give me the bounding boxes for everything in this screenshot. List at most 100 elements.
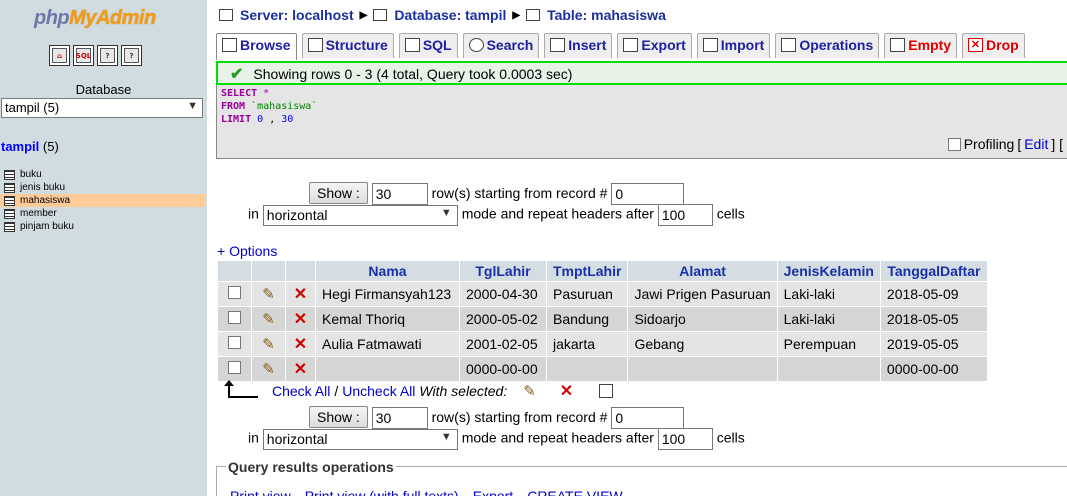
edit-query-link[interactable]: Edit — [1024, 136, 1048, 152]
rows-input[interactable]: 30 — [371, 183, 428, 206]
row-edit: ✎ — [252, 331, 285, 356]
cell-tmptlahir — [547, 356, 628, 381]
tab-drop[interactable]: ✕ Drop — [962, 33, 1025, 58]
tab-insert[interactable]: Insert — [544, 33, 613, 58]
table-item-mahasiswa[interactable]: mahasiswa — [0, 194, 205, 207]
tab-label: Search — [486, 37, 534, 53]
tab-search[interactable]: Search — [462, 33, 540, 58]
sql-query-box: SELECT * FROM `mahasiswa` LIMIT 0 , 30 P… — [216, 85, 1067, 159]
repeat-headers-input[interactable]: 100 — [657, 204, 713, 226]
cells-text: cells — [716, 429, 745, 446]
check-all-link[interactable]: Check All — [272, 383, 330, 399]
docs-icon[interactable]: ? — [97, 45, 118, 66]
tab-label: Structure — [325, 37, 388, 53]
column-header-alamat[interactable]: Alamat — [628, 261, 777, 281]
header-checkbox-col — [218, 261, 251, 281]
query-results-links: Print view Print view (with full texts) … — [230, 488, 623, 496]
row-edit: ✎ — [252, 356, 285, 381]
create-view-link[interactable]: CREATE VIEW — [527, 488, 622, 496]
db-name-link[interactable]: tampil — [1, 139, 39, 154]
cell-tmptlahir: jakarta — [547, 331, 628, 356]
bulk-delete-icon[interactable]: ✕ — [560, 381, 573, 401]
tab-label: Empty — [908, 37, 952, 53]
repeat-headers-input[interactable]: 100 — [657, 428, 713, 450]
breadcrumb-server[interactable]: Server: localhost — [240, 7, 354, 23]
row-select — [218, 331, 251, 356]
column-header-nama[interactable]: Nama — [316, 261, 459, 281]
column-header-jeniskelamin[interactable]: JenisKelamin — [777, 261, 880, 281]
table-item-jenis-buku[interactable]: jenis buku — [0, 181, 205, 194]
tab-sql[interactable]: SQL — [398, 33, 458, 58]
delete-x-icon[interactable]: ✕ — [294, 336, 307, 353]
tab-export[interactable]: Export — [617, 33, 692, 58]
row-checkbox[interactable] — [228, 311, 241, 324]
tab-label: Insert — [568, 37, 607, 53]
cell-tanggaldaftar: 2019-05-05 — [880, 331, 987, 356]
edit-pencil-icon[interactable]: ✎ — [262, 286, 275, 303]
start-record-input[interactable]: 0 — [611, 183, 685, 206]
tab-structure[interactable]: Structure — [301, 33, 394, 58]
options-link[interactable]: + Options — [217, 243, 277, 259]
breadcrumb-table[interactable]: Table: mahasiswa — [547, 7, 666, 23]
breadcrumb-database[interactable]: Database: tampil — [394, 7, 506, 23]
nav-row-top: Show : 30 row(s) starting from record # … — [309, 182, 685, 206]
tab-label: Browse — [240, 37, 291, 53]
bulk-export-icon[interactable] — [599, 384, 614, 398]
home-icon[interactable]: ⌂ — [49, 45, 70, 66]
print-view-full-link[interactable]: Print view (with full texts) — [305, 488, 459, 496]
show-button[interactable]: Show : — [309, 182, 368, 204]
display-mode-select[interactable]: horizontal ▼ — [262, 204, 458, 226]
delete-x-icon[interactable]: ✕ — [294, 361, 307, 378]
mode-text: mode and repeat headers after — [461, 205, 654, 222]
with-selected-label: With selected: — [419, 383, 508, 399]
header-edit-col — [252, 261, 285, 281]
options-toggle[interactable]: + Options — [217, 243, 277, 259]
help-icon[interactable]: ? — [121, 45, 142, 66]
edit-pencil-icon[interactable]: ✎ — [262, 361, 275, 378]
delete-x-icon[interactable]: ✕ — [294, 286, 307, 303]
bulk-edit-icon[interactable]: ✎ — [523, 382, 536, 400]
tab-operations[interactable]: Operations — [775, 33, 880, 58]
cell-alamat — [628, 356, 777, 381]
delete-x-icon[interactable]: ✕ — [294, 311, 307, 328]
cell-tgllahir: 2001-02-05 — [460, 331, 546, 356]
db-name: tampil (5) — [1, 139, 59, 154]
column-header-tmptlahir[interactable]: TmptLahir — [547, 261, 628, 281]
profiling-checkbox[interactable] — [947, 137, 961, 151]
table-item-buku[interactable]: buku — [0, 168, 205, 181]
tab-import[interactable]: Import — [696, 33, 771, 58]
cell-jeniskelamin: Perempuan — [777, 331, 880, 356]
display-mode-select[interactable]: horizontal ▼ — [262, 428, 458, 450]
table-item-pinjam-buku[interactable]: pinjam buku — [0, 220, 205, 233]
profiling-controls: Profiling [ Edit ] [ — [947, 136, 1063, 152]
row-checkbox[interactable] — [228, 361, 241, 374]
edit-pencil-icon[interactable]: ✎ — [262, 336, 275, 353]
database-select[interactable]: tampil (5) ▼ — [1, 98, 203, 118]
table-item-member[interactable]: member — [0, 207, 205, 220]
sql-keyword: FROM — [221, 101, 246, 112]
cell-tgllahir: 2000-04-30 — [460, 281, 546, 306]
table-icon — [4, 221, 15, 232]
row-checkbox[interactable] — [228, 286, 241, 299]
cell-tmptlahir: Bandung — [547, 306, 628, 331]
column-header-tgllahir[interactable]: TglLahir — [460, 261, 546, 281]
table-icon — [4, 208, 15, 219]
edit-pencil-icon[interactable]: ✎ — [262, 311, 275, 328]
in-text: in — [248, 429, 259, 446]
show-button[interactable]: Show : — [309, 406, 368, 428]
tab-browse[interactable]: Browse — [216, 33, 297, 60]
export-link[interactable]: Export — [473, 488, 513, 496]
phpmyadmin-logo[interactable]: phpMyAdmin — [34, 7, 156, 30]
column-header-tanggaldaftar[interactable]: TanggalDaftar — [880, 261, 987, 281]
row-checkbox[interactable] — [228, 336, 241, 349]
uncheck-all-link[interactable]: Uncheck All — [342, 383, 415, 399]
start-record-input[interactable]: 0 — [611, 407, 685, 430]
cell-alamat: Jawi Prigen Pasuruan — [628, 281, 777, 306]
sql-query-icon[interactable]: SQL — [73, 45, 94, 66]
nav-row-mode-top: in horizontal ▼ mode and repeat headers a… — [248, 204, 745, 226]
print-view-link[interactable]: Print view — [230, 488, 291, 496]
rows-input[interactable]: 30 — [371, 407, 428, 430]
sql-keyword: SELECT — [221, 88, 258, 99]
tab-empty[interactable]: Empty — [884, 33, 958, 58]
cell-tanggaldaftar: 2018-05-09 — [880, 281, 987, 306]
